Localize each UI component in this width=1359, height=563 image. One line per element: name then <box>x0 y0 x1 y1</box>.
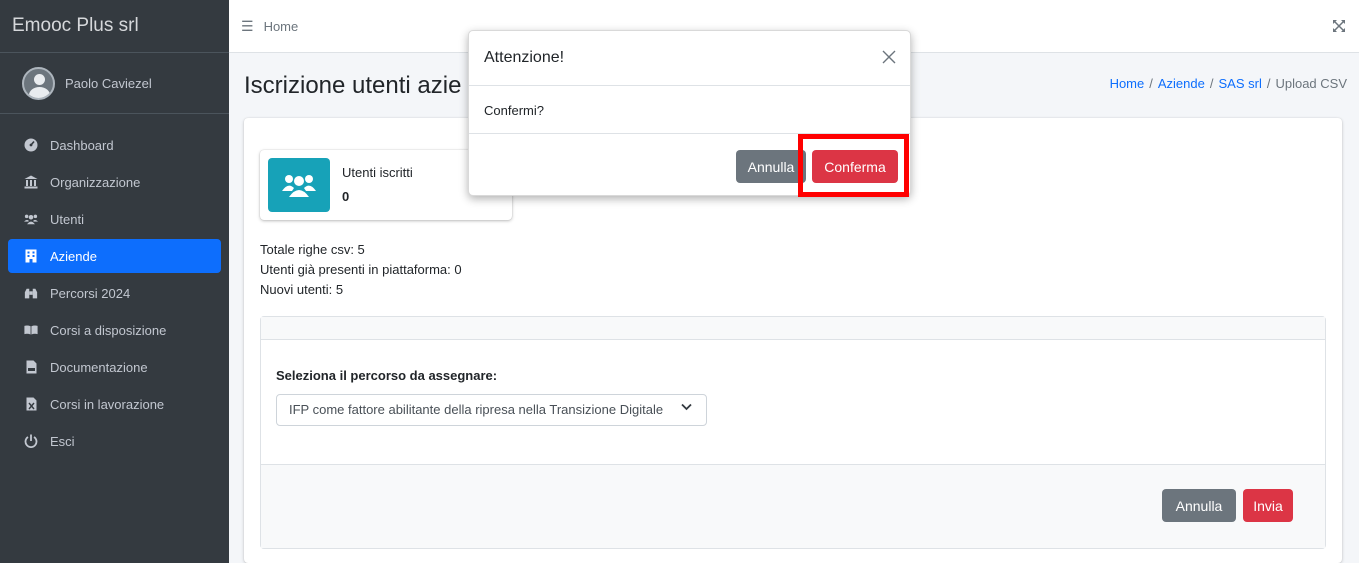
info-box-value: 0 <box>342 189 350 204</box>
sidebar-item-label: Dashboard <box>50 137 114 153</box>
sidebar-item-dashboard[interactable]: Dashboard <box>8 128 221 162</box>
sidebar-item-label: Organizzazione <box>50 174 141 190</box>
sidebar-item-esci[interactable]: Esci <box>8 424 221 458</box>
binoculars-icon <box>24 286 38 300</box>
path-select[interactable]: IFP come fattore abilitante della ripres… <box>276 394 707 426</box>
close-icon[interactable] <box>882 45 896 69</box>
sidebar-item-organizzazione[interactable]: Organizzazione <box>8 165 221 199</box>
breadcrumb-sas-srl[interactable]: SAS srl <box>1218 76 1261 91</box>
breadcrumb: Home / Aziende / SAS srl / Upload CSV <box>1110 76 1347 91</box>
fullscreen-icon[interactable] <box>1333 20 1345 35</box>
info-box-label: Utenti iscritti <box>342 165 413 180</box>
breadcrumb-home[interactable]: Home <box>1110 76 1145 91</box>
dashboard-icon <box>24 138 38 152</box>
brand-name[interactable]: Emooc Plus srl <box>0 0 229 53</box>
breadcrumb-separator: / <box>1266 76 1271 91</box>
sidebar-nav: Dashboard Organizzazione Utenti Aziende … <box>0 114 229 458</box>
user-name[interactable]: Paolo Caviezel <box>65 76 152 91</box>
power-icon <box>24 434 38 448</box>
sidebar-item-label: Utenti <box>50 211 84 227</box>
modal-message: Confermi? <box>484 103 544 118</box>
form-header <box>261 317 1325 340</box>
sidebar-item-aziende[interactable]: Aziende <box>8 239 221 273</box>
building-icon <box>24 249 38 263</box>
sidebar-item-corsi-in-lavorazione[interactable]: Corsi in lavorazione <box>8 387 221 421</box>
modal-cancel-button[interactable]: Annulla <box>736 150 806 183</box>
modal-title: Attenzione! <box>484 49 565 66</box>
users-icon <box>268 158 330 212</box>
page-title: Iscrizione utenti azie <box>244 72 462 99</box>
user-panel[interactable]: Paolo Caviezel <box>0 53 229 114</box>
stat-nuovi-utenti: Nuovi utenti: 5 <box>260 282 344 297</box>
stat-utenti-presenti: Utenti già presenti in piattaforma: 0 <box>260 262 462 277</box>
modal-header: Attenzione! <box>469 31 910 86</box>
confirm-modal: Attenzione! Confermi? Annulla Conferma <box>468 30 911 196</box>
users-icon <box>24 212 38 226</box>
chevron-down-icon <box>681 402 692 414</box>
sidebar-item-label: Esci <box>50 433 75 449</box>
excel-file-icon <box>24 397 38 411</box>
breadcrumb-separator: / <box>1149 76 1153 91</box>
pdf-file-icon <box>24 360 38 374</box>
sidebar-item-label: Corsi a disposizione <box>50 322 167 338</box>
hamburger-menu-icon[interactable]: ☰ <box>241 18 254 35</box>
csv-stats: Totale righe csv: 5 Utenti già presenti … <box>260 240 462 300</box>
assign-path-form: Seleziona il percorso da assegnare: IFP … <box>260 316 1326 549</box>
path-select-label: Seleziona il percorso da assegnare: <box>276 368 498 383</box>
sidebar-item-label: Percorsi 2024 <box>50 285 131 301</box>
sidebar-item-label: Documentazione <box>50 359 148 375</box>
modal-body: Confermi? <box>469 86 910 134</box>
sidebar-item-label: Corsi in lavorazione <box>50 396 165 412</box>
submit-button[interactable]: Invia <box>1243 489 1293 522</box>
sidebar: Emooc Plus srl Paolo Caviezel Dashboard … <box>0 0 229 563</box>
sidebar-item-percorsi-2024[interactable]: Percorsi 2024 <box>8 276 221 310</box>
sidebar-item-corsi-a-disposizione[interactable]: Corsi a disposizione <box>8 313 221 347</box>
book-icon <box>24 323 38 337</box>
sidebar-item-utenti[interactable]: Utenti <box>8 202 221 236</box>
breadcrumb-separator: / <box>1209 76 1214 91</box>
breadcrumb-current: Upload CSV <box>1275 76 1347 91</box>
sidebar-item-label: Aziende <box>50 248 97 264</box>
avatar <box>22 66 55 100</box>
bank-icon <box>24 175 38 189</box>
path-select-value: IFP come fattore abilitante della ripres… <box>289 402 664 417</box>
top-home-link[interactable]: Home <box>264 19 299 34</box>
cancel-button[interactable]: Annulla <box>1162 489 1236 522</box>
breadcrumb-aziende[interactable]: Aziende <box>1158 76 1205 91</box>
form-footer: Annulla Invia <box>261 464 1325 548</box>
stat-totale-righe: Totale righe csv: 5 <box>260 242 365 257</box>
modal-confirm-button[interactable]: Conferma <box>812 150 898 183</box>
sidebar-item-documentazione[interactable]: Documentazione <box>8 350 221 384</box>
